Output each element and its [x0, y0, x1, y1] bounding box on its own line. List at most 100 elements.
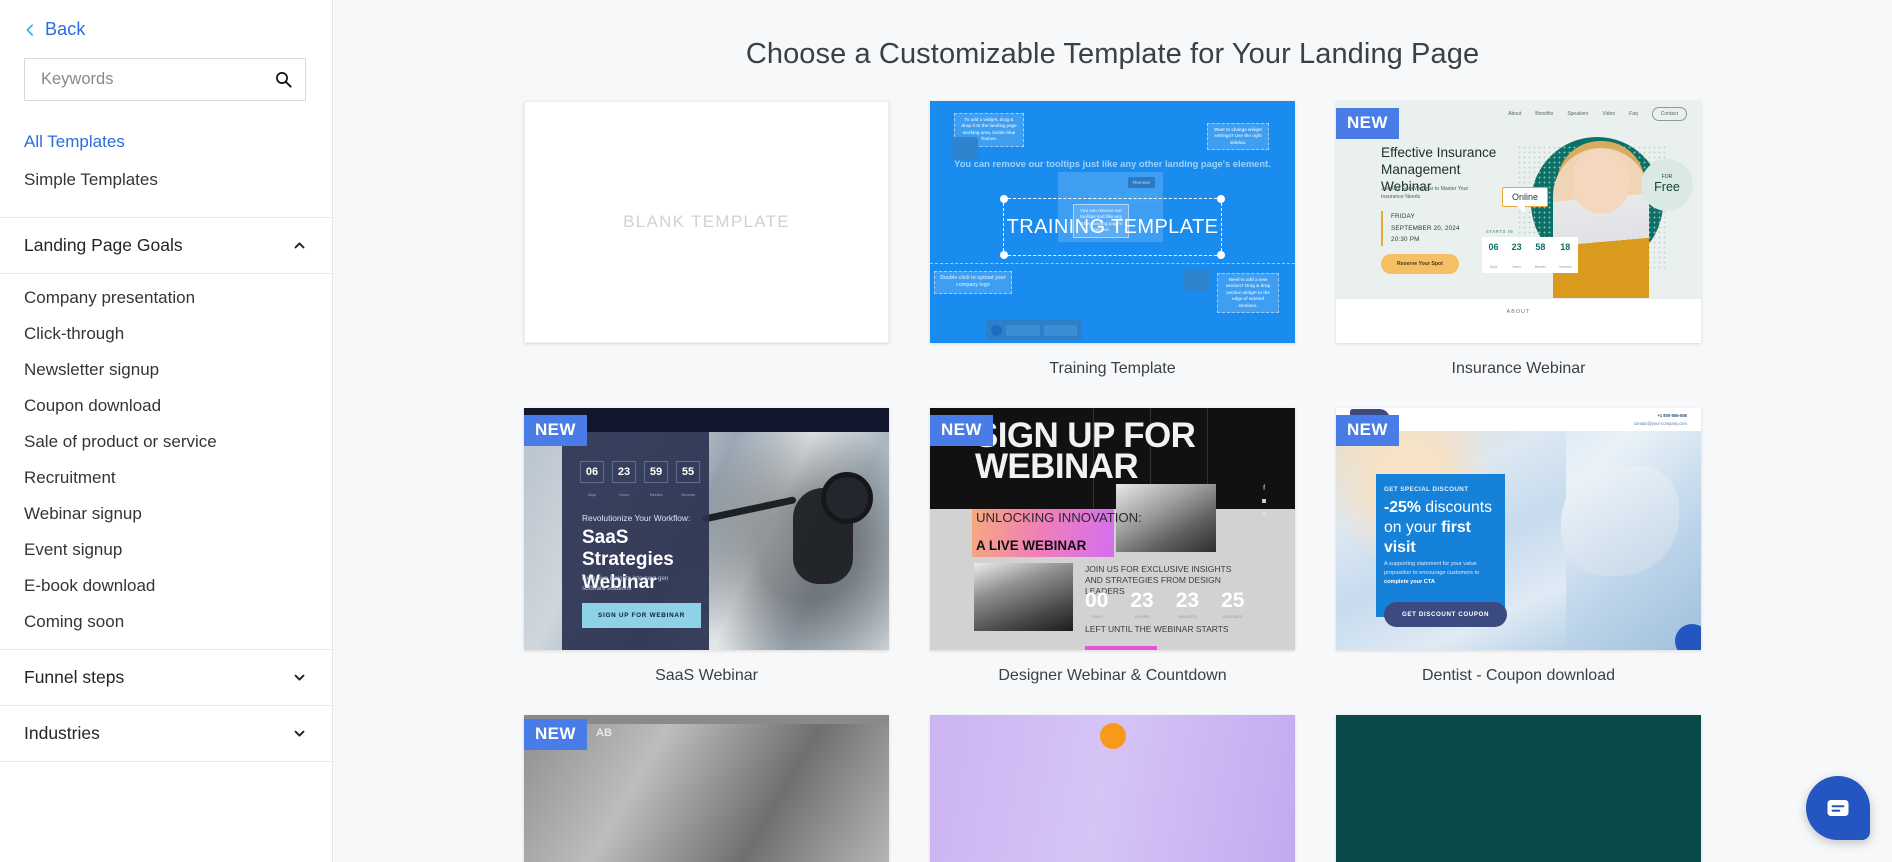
template-card-row3-3[interactable]: [1336, 715, 1701, 862]
designer-photo-bottom: [974, 563, 1073, 631]
offer-kicker: GET SPECIAL DISCOUNT: [1384, 486, 1469, 493]
sidebar-item-webinar-signup[interactable]: Webinar signup: [0, 496, 332, 532]
offer-subtext-b: complete your CTA: [1384, 579, 1435, 586]
sidebar-group-landing-page-goals[interactable]: Landing Page Goals: [0, 218, 332, 273]
search-box[interactable]: [24, 58, 306, 101]
sidebar-item-recruitment[interactable]: Recruitment: [0, 460, 332, 496]
countdown-minutes-value: 23: [1175, 589, 1200, 612]
starts-in-label: STARTS IN: [1486, 229, 1514, 234]
template-thumbnail[interactable]: [930, 715, 1295, 862]
template-thumbnail[interactable]: NEW AB: [524, 715, 889, 862]
badge-free-label: Free: [1654, 179, 1680, 194]
back-button[interactable]: Back: [0, 0, 332, 44]
countdown-hours-label: HOURS: [1134, 614, 1150, 619]
landing-page-goals-list: Company presentation Click-through Newsl…: [0, 274, 332, 649]
for-free-badge: FOR Free: [1641, 159, 1693, 211]
sidebar-item-newsletter-signup[interactable]: Newsletter signup: [0, 352, 332, 388]
countdown-hours-label: Hours: [619, 493, 629, 497]
event-date-block: FRIDAY SEPTEMBER 20, 2024 20:30 PM: [1381, 211, 1460, 246]
template-card-designer-webinar[interactable]: SIGN UP FOR WEBINAR f ◙ ✕ NEW UNLOCKING …: [930, 408, 1295, 715]
countdown-days-value: 06: [1488, 242, 1499, 252]
template-card-training-template[interactable]: To add a widget, drag & drop it to the l…: [930, 101, 1295, 408]
sidebar-item-simple-templates[interactable]: Simple Templates: [0, 161, 332, 199]
template-caption: Designer Webinar & Countdown: [998, 667, 1227, 684]
sidebar-item-all-templates[interactable]: All Templates: [0, 123, 332, 161]
sidebar-item-ebook-download[interactable]: E-book download: [0, 568, 332, 604]
template-thumbnail[interactable]: O:GO NEW 06Days 23Hours 59Minutes 55Seco…: [524, 408, 889, 650]
main-content: Choose a Customizable Template for Your …: [333, 0, 1892, 862]
template-thumbnail[interactable]: COMPANY LOGO +1 800-555-555 contact@your…: [1336, 408, 1701, 650]
search-icon[interactable]: [275, 71, 292, 88]
sidebar-group-funnel-steps[interactable]: Funnel steps: [0, 650, 332, 705]
chat-launcher-button[interactable]: [1806, 776, 1870, 840]
template-thumbnail[interactable]: SIGN UP FOR WEBINAR f ◙ ✕ NEW UNLOCKING …: [930, 408, 1295, 650]
template-thumbnail[interactable]: To add a widget, drag & drop it to the l…: [930, 101, 1295, 343]
contact-info: +1 800-555-555 contact@your-company.com: [1634, 412, 1687, 426]
template-card-row3-1[interactable]: NEW AB: [524, 715, 889, 862]
thumb-kicker: Revolutionize Your Workflow:: [582, 513, 691, 523]
sidebar-divider-5: [0, 761, 332, 762]
countdown-days-label: Days: [587, 493, 597, 497]
offer-headline-rest: discounts: [1420, 499, 1493, 516]
about-section: [1336, 299, 1701, 343]
back-label: Back: [45, 19, 86, 39]
accent-bar: [1085, 646, 1157, 650]
sidebar-group-industries[interactable]: Industries: [0, 706, 332, 761]
template-card-blank[interactable]: BLANK TEMPLATE: [524, 101, 889, 408]
countdown-seconds-value: 25: [1221, 589, 1245, 612]
nav-contact-button: Contact: [1651, 107, 1687, 121]
countdown-minutes-value: 59: [644, 461, 668, 483]
thumb-chat-bubble: [1675, 624, 1701, 650]
font-size-field[interactable]: [1006, 324, 1040, 336]
template-card-saas-webinar[interactable]: O:GO NEW 06Days 23Hours 59Minutes 55Seco…: [524, 408, 889, 715]
search-input[interactable]: [41, 70, 275, 89]
contact-phone: +1 800-555-555: [1657, 413, 1687, 419]
template-thumbnail[interactable]: [1336, 715, 1701, 862]
new-badge: NEW: [524, 415, 587, 446]
chevron-up-icon[interactable]: [293, 239, 306, 252]
sidebar-item-company-presentation[interactable]: Company presentation: [0, 280, 332, 316]
date-full: SEPTEMBER 20, 2024: [1391, 224, 1460, 232]
template-grid: BLANK TEMPLATE To add a widget, drag & d…: [333, 71, 1892, 862]
template-thumbnail[interactable]: BLANK TEMPLATE: [524, 101, 889, 343]
sidebar-group-title: Funnel steps: [24, 667, 125, 687]
about-label: ABOUT: [1506, 309, 1531, 315]
reserve-spot-button: Reserve Your Spot: [1381, 254, 1459, 274]
chevron-left-icon: [26, 23, 33, 36]
chevron-down-icon[interactable]: [293, 671, 306, 684]
countdown-minutes-label: MINUTES: [1178, 614, 1197, 619]
countdown-hours-label: Hours: [1512, 265, 1521, 269]
template-scope-nav: All Templates Simple Templates: [0, 101, 332, 199]
template-thumbnail[interactable]: NEW Logo Name About Benefits Speakers Vi…: [1336, 101, 1701, 343]
thumb-headline: You can remove our tooltips just like an…: [954, 158, 1271, 169]
sidebar-item-coupon-download[interactable]: Coupon download: [0, 388, 332, 424]
sidebar-item-coming-soon[interactable]: Coming soon: [0, 604, 332, 640]
new-badge: NEW: [1336, 108, 1399, 139]
template-card-insurance-webinar[interactable]: NEW Logo Name About Benefits Speakers Vi…: [1336, 101, 1701, 408]
text-widget-icon: [952, 137, 978, 159]
page-title: Choose a Customizable Template for Your …: [745, 38, 1480, 70]
chevron-down-icon[interactable]: [293, 727, 306, 740]
sidebar-item-click-through[interactable]: Click-through: [0, 316, 332, 352]
date-time: 20:30 PM: [1391, 236, 1420, 244]
tooltip-widget-settings: Want to change widget settings? Use the …: [1207, 123, 1269, 151]
countdown-seconds-label: SECONDS: [1222, 614, 1243, 619]
offer-subtext: A supporting statement for your value pr…: [1384, 560, 1486, 587]
thumb-headline: SIGN UP FOR WEBINAR: [975, 416, 1196, 486]
gloved-hand: [1561, 466, 1679, 576]
template-card-dentist-coupon[interactable]: COMPANY LOGO +1 800-555-555 contact@your…: [1336, 408, 1701, 715]
template-card-row3-2[interactable]: [930, 715, 1295, 862]
countdown-days-value: 06: [580, 461, 604, 483]
sidebar-item-event-signup[interactable]: Event signup: [0, 532, 332, 568]
new-badge: NEW: [1336, 415, 1399, 446]
countdown-days-label: DAYS: [1091, 614, 1102, 619]
countdown-timer: 06 Days 23 Hours 59 Minutes 55 Seconds: [580, 461, 700, 501]
line-height-field[interactable]: [1043, 324, 1077, 336]
new-badge: NEW: [524, 719, 587, 750]
sidebar-item-sale-of-product[interactable]: Sale of product or service: [0, 424, 332, 460]
social-icons: f ◙ ✕: [1261, 483, 1267, 522]
widget-toolbar[interactable]: [986, 320, 1082, 340]
new-badge: NEW: [930, 415, 993, 446]
row3-logo-label: AB: [596, 727, 612, 739]
countdown-footer: LEFT UNTIL THE WEBINAR STARTS: [1085, 624, 1229, 634]
